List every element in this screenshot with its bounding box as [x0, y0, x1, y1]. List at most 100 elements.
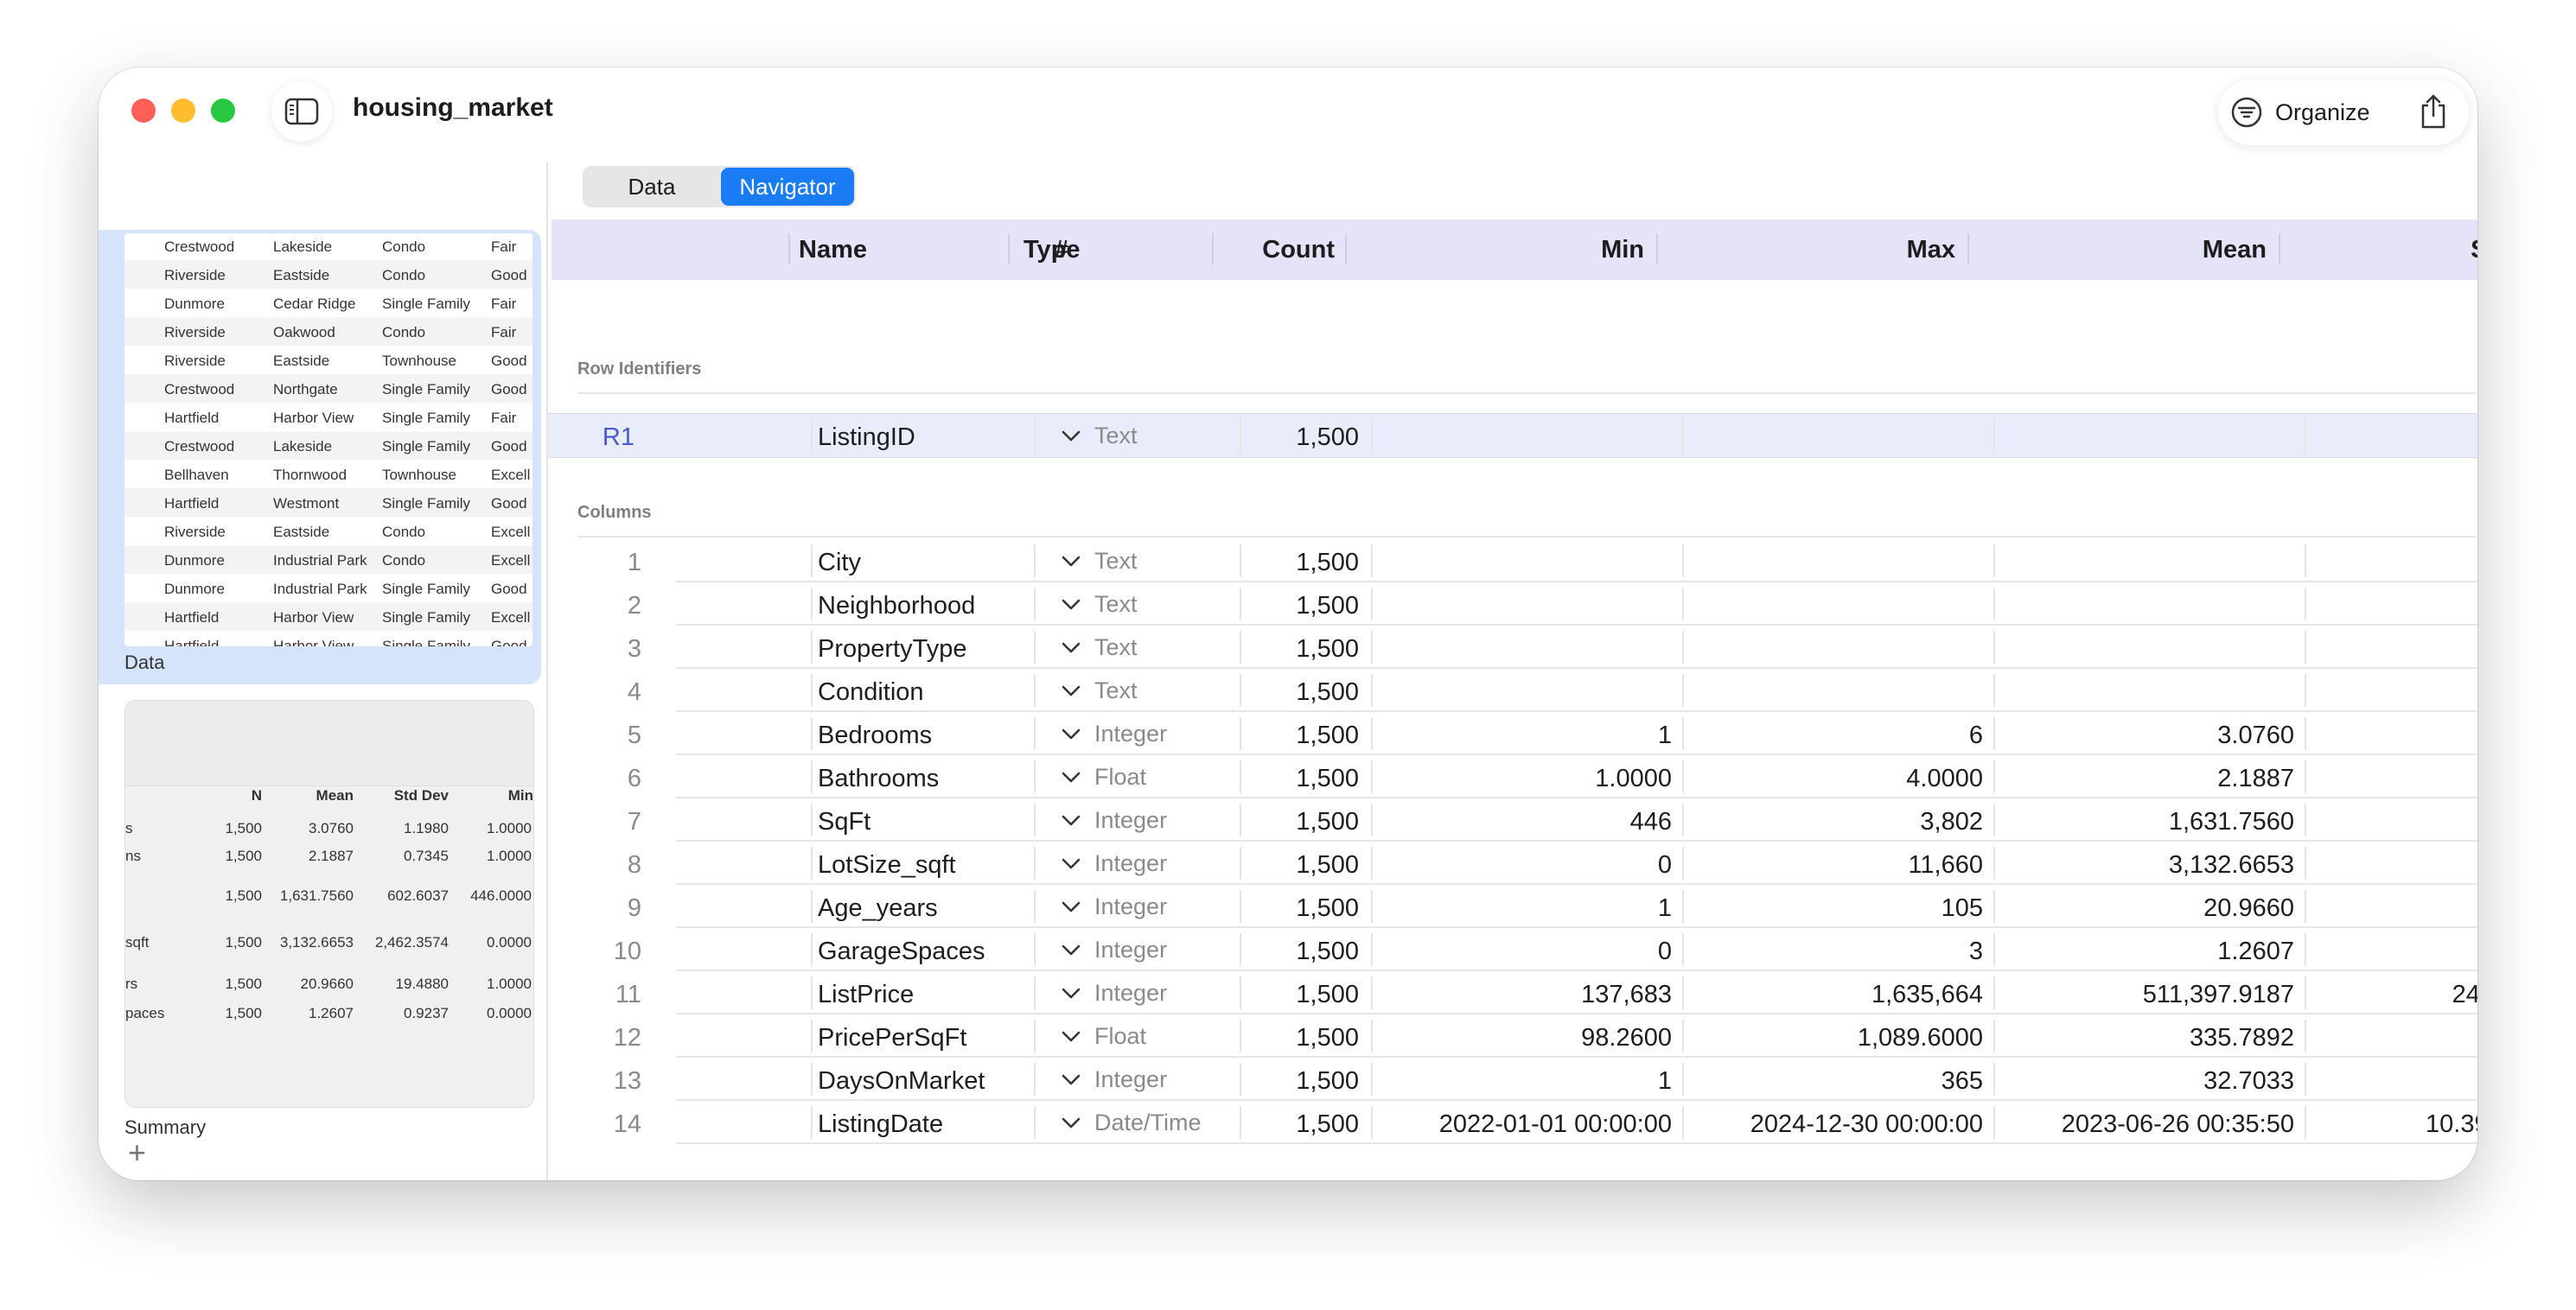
column-header-max[interactable]: Max	[1907, 236, 1955, 264]
column-row[interactable]: 5BedroomsInteger1,500163.07601.1980	[548, 712, 2477, 755]
cell-divider	[1240, 890, 1241, 923]
type-selector[interactable]: Text	[1062, 677, 1138, 704]
column-header-min[interactable]: Min	[1601, 236, 1644, 264]
column-header-divider[interactable]	[2279, 233, 2280, 264]
type-selector[interactable]: Integer	[1062, 807, 1167, 834]
data-preview-row: Dunmore Industrial Park Condo Excell	[124, 545, 532, 574]
column-row[interactable]: 14 ListingDate Date/Time 1,500 2022-01-01 00…	[548, 1101, 2477, 1144]
type-selector[interactable]: Integer	[1062, 850, 1167, 877]
column-header-name[interactable]: Name	[799, 236, 867, 264]
variable-name[interactable]: GarageSpaces	[818, 938, 985, 966]
type-selector[interactable]: Float	[1062, 764, 1146, 791]
summary-preview-cell: 1.0000	[487, 976, 532, 992]
type-selector[interactable]: Text	[1062, 423, 1138, 449]
cell-divider	[1034, 933, 1036, 966]
cell-divider	[1371, 933, 1373, 966]
type-label: Integer	[1094, 807, 1168, 833]
column-header-mean[interactable]: Mean	[2203, 236, 2267, 264]
column-row[interactable]: 4 Condition Text 1,500	[548, 669, 2477, 712]
cell-divider	[1034, 588, 1036, 620]
type-selector[interactable]: Integer	[1062, 980, 1167, 1007]
column-header-std-dev-[interactable]: Std. Dev.	[2471, 236, 2477, 264]
data-preview-cell: Thornwood	[273, 467, 348, 483]
type-selector[interactable]: Text	[1062, 548, 1138, 575]
cell-divider	[1682, 1063, 1684, 1096]
column-header-divider[interactable]	[1212, 233, 1214, 264]
type-selector[interactable]: Text	[1062, 634, 1138, 661]
variable-name[interactable]: ListingDate	[818, 1110, 943, 1139]
column-header-divider[interactable]	[1345, 233, 1347, 264]
row-identifier-row[interactable]: R1 ListingID Text 1,500	[548, 413, 2477, 458]
variable-name[interactable]: ListingID	[818, 423, 915, 452]
cell-count: 1,500	[1296, 592, 1359, 620]
data-preview-cell: Eastside	[273, 524, 330, 540]
organize-button[interactable]: Organize	[2230, 92, 2370, 133]
sheet-label-data: Data	[124, 652, 165, 673]
column-header-divider[interactable]	[1967, 233, 1969, 264]
cell-divider	[1034, 847, 1036, 880]
variable-name[interactable]: Neighborhood	[818, 592, 975, 620]
variable-name[interactable]: Age_years	[818, 894, 938, 923]
type-label: Float	[1094, 764, 1147, 790]
variable-name[interactable]: PropertyType	[818, 635, 966, 664]
column-header-divider[interactable]	[1008, 233, 1010, 264]
summary-preview-cell: 1.1980	[404, 820, 449, 836]
cell-divider	[1682, 976, 1684, 1009]
type-selector[interactable]: Integer	[1062, 937, 1167, 963]
variable-name[interactable]: ListPrice	[818, 981, 914, 1009]
column-header-count[interactable]: Count	[1262, 236, 1335, 264]
type-selector[interactable]: Float	[1062, 1023, 1146, 1050]
variable-name[interactable]: LotSize_sqft	[818, 851, 956, 880]
close-window-button[interactable]	[131, 99, 156, 123]
column-row[interactable]: 7SqFtInteger1,5004463,8021,631.7560602.6…	[548, 798, 2477, 842]
minimize-window-button[interactable]	[171, 99, 195, 123]
tab-navigator[interactable]: Navigator	[721, 168, 854, 206]
variable-name[interactable]: Condition	[818, 678, 924, 707]
column-row[interactable]: 11 ListPrice Integer 1,500 137,683 1,635,664 5…	[548, 971, 2477, 1014]
column-header-divider[interactable]	[1656, 233, 1658, 264]
cell-count: 1,500	[1296, 808, 1359, 836]
variable-name[interactable]: City	[818, 549, 861, 577]
type-selector[interactable]: Integer	[1062, 1066, 1167, 1093]
data-preview-cell: Dunmore	[164, 581, 225, 597]
cell-divider	[1993, 588, 1995, 620]
column-row[interactable]: 2 Neighborhood Text 1,500	[548, 582, 2477, 626]
variable-name[interactable]: PricePerSqFt	[818, 1024, 966, 1052]
type-selector[interactable]: Integer	[1062, 893, 1167, 920]
sheet-thumbnail-summary[interactable]: N Mean Std Dev Min s 1,500 3.0760 1.1980 1.0000 n…	[124, 700, 534, 1108]
type-selector[interactable]: Date/Time	[1062, 1110, 1202, 1136]
column-header-divider[interactable]	[788, 233, 790, 264]
add-sheet-button[interactable]: +	[128, 1137, 146, 1168]
cell-divider	[1240, 674, 1241, 707]
column-row[interactable]: 8 LotSize_sqft Integer 1,500 0 11,660 3,132.66…	[548, 842, 2477, 885]
type-selector[interactable]: Text	[1062, 591, 1138, 618]
data-preview-cell: Eastside	[273, 267, 330, 283]
data-preview-cell: Good	[491, 381, 527, 397]
type-selector[interactable]: Integer	[1062, 721, 1167, 747]
app-window: housing_market Organize Crestwood Lakesi…	[99, 67, 2477, 1180]
variable-name[interactable]: SqFt	[818, 808, 870, 836]
row-number: 11	[615, 981, 641, 1008]
toggle-sidebar-button[interactable]	[271, 81, 332, 142]
variable-name[interactable]: Bathrooms	[818, 765, 939, 793]
variable-name[interactable]: Bedrooms	[818, 722, 932, 750]
column-row[interactable]: 10GarageSpacesInteger1,500031.26070.9237	[548, 928, 2477, 971]
share-button[interactable]	[2419, 93, 2448, 134]
cell-divider	[1993, 1106, 1995, 1139]
column-row[interactable]: 9Age_yearsInteger1,500110520.966019.4880	[548, 885, 2477, 928]
summary-preview-cell: 1,500	[225, 848, 262, 864]
tab-data[interactable]: Data	[584, 168, 719, 206]
column-row[interactable]: 6BathroomsFloat1,5001.00004.00002.18870.…	[548, 755, 2477, 798]
column-row[interactable]: 13DaysOnMarketInteger1,500136532.703337.…	[548, 1058, 2477, 1101]
column-header-type[interactable]: Type	[1023, 236, 1081, 264]
column-row[interactable]: 1 City Text 1,500	[548, 539, 2477, 582]
maximize-window-button[interactable]	[211, 99, 235, 123]
variable-name[interactable]: DaysOnMarket	[818, 1067, 985, 1096]
data-preview-cell: Lakeside	[273, 438, 333, 455]
summary-preview-cell: 1,631.7560	[279, 887, 354, 904]
column-row[interactable]: 3 PropertyType Text 1,500	[548, 626, 2477, 669]
column-row[interactable]: 12 PricePerSqFt Float 1,500 98.2600 1,089.600…	[548, 1014, 2477, 1058]
sheet-thumbnail-data[interactable]: Crestwood Lakeside Condo Fair Riverside Easts…	[99, 230, 541, 684]
table-header: #NameTypeCountMinMaxMeanStd. Dev.	[552, 219, 2477, 280]
cell-divider	[1034, 890, 1036, 923]
